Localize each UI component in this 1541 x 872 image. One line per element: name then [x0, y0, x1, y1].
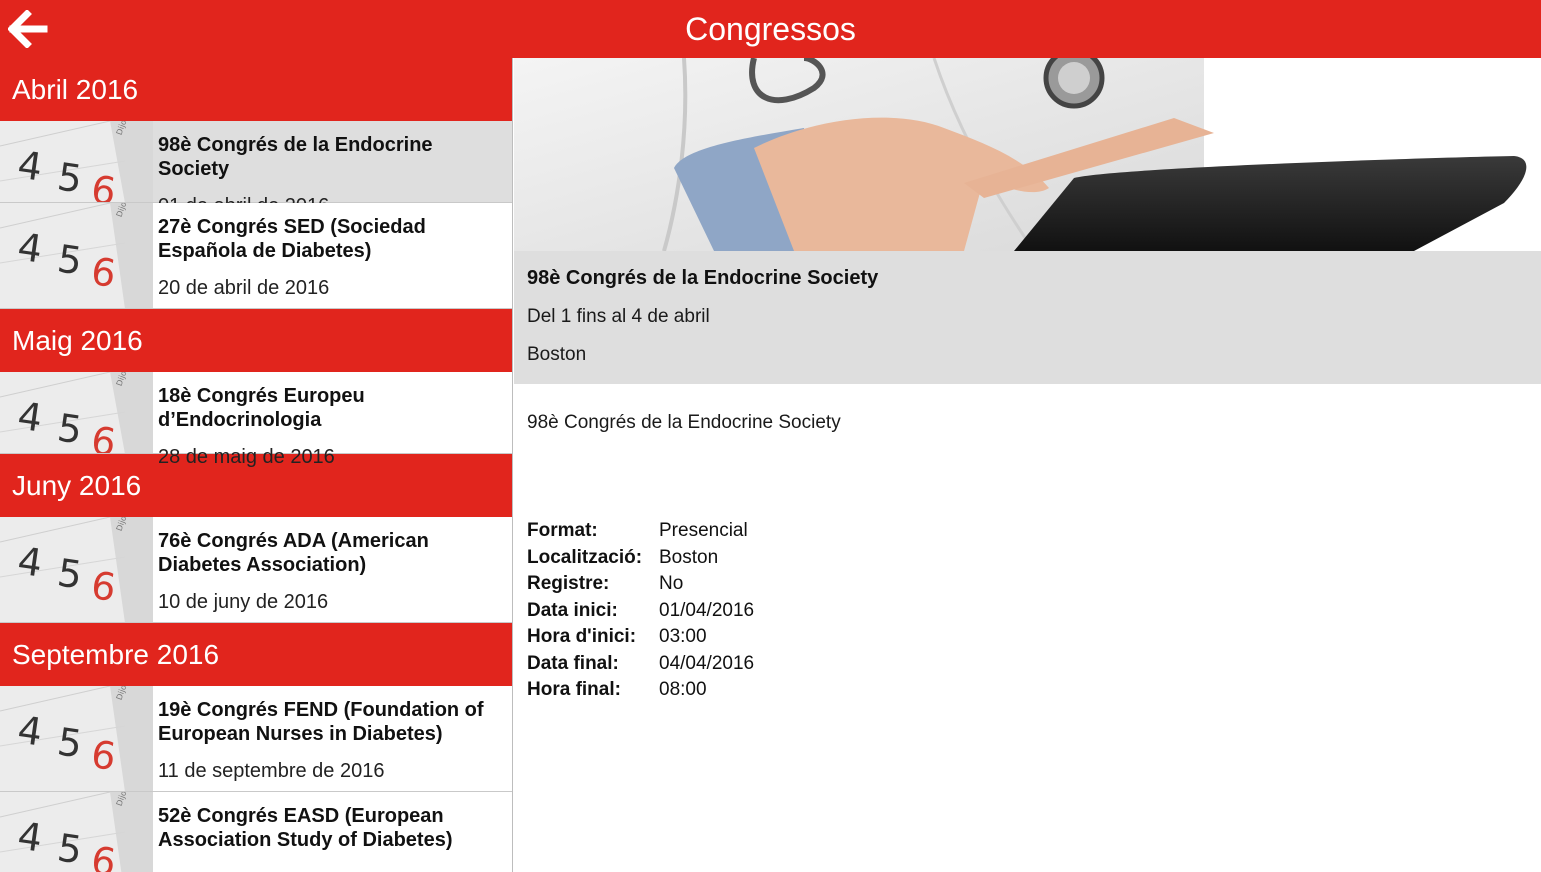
calendar-thumbnail-frame: 4 5 6 Dijous — [0, 686, 153, 791]
month-header: Abril 2016 — [0, 58, 512, 121]
item-title: 52è Congrés EASD (European Association S… — [158, 805, 453, 851]
info-row: Format: Presencial — [527, 518, 754, 545]
congress-list-item[interactable]: 4 5 6 Dijous 76è Congrés ADA (American Diabe… — [0, 517, 512, 623]
app-bar: Congressos — [0, 0, 1541, 58]
calendar-thumbnail: 4 5 6Dijous — [0, 686, 153, 791]
item-title: 27è Congrés SED (Sociedad Española de Di… — [158, 216, 426, 262]
info-row: Registre: No — [527, 571, 754, 598]
detail-description: 98è Congrés de la Endocrine Society — [527, 412, 841, 433]
calendar-thumbnail: 4 5 6Dijous — [0, 517, 153, 622]
info-label: Data final: — [527, 652, 619, 674]
info-label: Data inici: — [527, 599, 618, 621]
info-value: 03:00 — [659, 626, 707, 648]
calendar-thumbnail-frame: 4 5 6 Dijous — [0, 517, 153, 622]
item-title: 76è Congrés ADA (American Diabetes Assoc… — [158, 530, 429, 576]
info-label: Localització: — [527, 546, 643, 568]
info-label: Hora final: — [527, 679, 621, 701]
item-text: 76è Congrés ADA (American Diabetes Assoc… — [158, 529, 512, 614]
item-date: 10 de juny de 2016 — [158, 591, 329, 613]
info-row: Hora final: 08:00 — [527, 677, 754, 704]
info-row: Data final: 04/04/2016 — [527, 651, 754, 678]
month-header: Maig 2016 — [0, 309, 512, 372]
detail-title: 98è Congrés de la Endocrine Society — [527, 267, 879, 289]
detail-city: Boston — [527, 344, 587, 365]
info-value: Boston — [659, 546, 719, 568]
svg-text:6: 6 — [88, 167, 118, 202]
congress-list-item[interactable]: 4 5 6 Dijous 52è Congrés EASD (European Asso… — [0, 792, 512, 872]
item-title: 98è Congrés de la Endocrine Society — [158, 134, 433, 180]
congress-list-item[interactable]: 4 5 6 Dijous 98è Congrés de la Endocrine Soc… — [0, 121, 512, 217]
item-text: 27è Congrés SED (Sociedad Española de Di… — [158, 215, 512, 300]
info-row: Hora d'inici: 03:00 — [527, 624, 754, 651]
congress-list-item[interactable]: 4 5 6 Dijous 19è Congrés FEND (Foundation of… — [0, 686, 512, 792]
info-row: Data inici: 01/04/2016 — [527, 598, 754, 625]
congress-list[interactable]: Abril 2016 4 5 6 Dijous 98è Congrés de la End… — [0, 58, 513, 872]
info-label: Format: — [527, 520, 598, 542]
svg-text:6: 6 — [88, 418, 118, 453]
calendar-thumbnail: 4 5 6Dijous — [0, 792, 153, 872]
item-date: 11 de septembre de 2016 — [158, 760, 385, 782]
svg-text:6: 6 — [88, 838, 118, 872]
congress-list-item[interactable]: 4 5 6 Dijous 18è Congrés Europeu d’Endocrino… — [0, 372, 512, 468]
info-value: 08:00 — [659, 679, 707, 701]
calendar-thumbnail-frame: 4 5 6 Dijous — [0, 121, 153, 202]
hero-image — [514, 58, 1541, 251]
item-title: 19è Congrés FEND (Foundation of European… — [158, 699, 484, 745]
info-value: Presencial — [659, 520, 748, 542]
month-header: Septembre 2016 — [0, 623, 512, 686]
item-title: 18è Congrés Europeu d’Endocrinologia — [158, 385, 365, 431]
calendar-thumbnail: 4 5 6Dijous — [0, 203, 153, 308]
info-row: Localització: Boston — [527, 545, 754, 572]
info-value: 01/04/2016 — [659, 599, 755, 621]
calendar-thumbnail-frame: 4 5 6 Dijous — [0, 372, 153, 453]
detail-dates: Del 1 fins al 4 de abril — [527, 306, 710, 327]
item-date: 20 de abril de 2016 — [158, 277, 330, 299]
item-date: 28 de maig de 2016 — [158, 446, 335, 468]
item-text: 52è Congrés EASD (European Association S… — [158, 804, 512, 852]
calendar-thumbnail-frame: 4 5 6 Dijous — [0, 203, 153, 308]
item-text: 19è Congrés FEND (Foundation of European… — [158, 698, 512, 783]
info-label: Registre: — [527, 573, 610, 595]
info-value: 04/04/2016 — [659, 652, 755, 674]
info-label: Hora d'inici: — [527, 626, 637, 648]
detail-summary: 98è Congrés de la Endocrine Society Del … — [514, 251, 1541, 384]
info-value: No — [659, 573, 684, 595]
calendar-thumbnail-frame: 4 5 6 Dijous — [0, 792, 153, 872]
detail-info-table: Format: Presencial Localització: Boston Regi… — [527, 518, 754, 704]
calendar-thumbnail: 4 5 6Dijous — [0, 121, 153, 202]
page-title: Congressos — [685, 11, 856, 47]
item-text: 18è Congrés Europeu d’Endocrinologia 28 d… — [158, 384, 512, 469]
congress-list-item[interactable]: 4 5 6 Dijous 27è Congrés SED (Sociedad Españ… — [0, 203, 512, 309]
calendar-thumbnail: 4 5 6Dijous — [0, 372, 153, 453]
congress-detail: 98è Congrés de la Endocrine Society Del … — [514, 58, 1541, 872]
